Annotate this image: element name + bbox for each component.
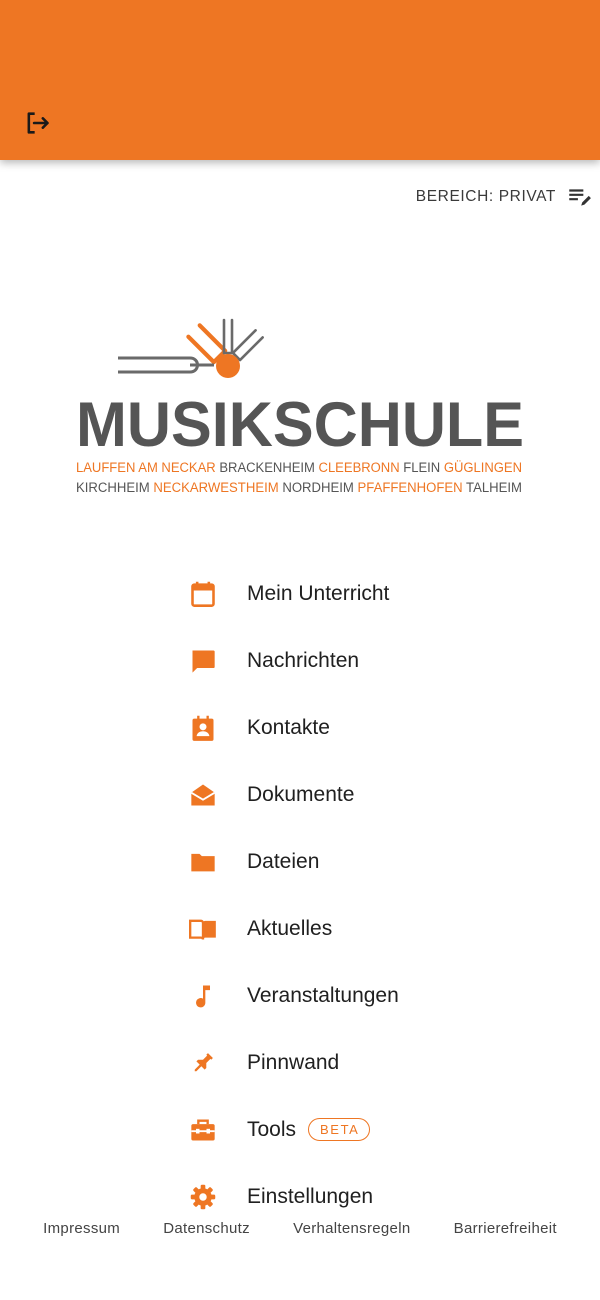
footer-link-datenschutz[interactable]: Datenschutz — [163, 1220, 250, 1237]
book-icon — [186, 912, 220, 946]
pushpin-icon — [186, 1046, 220, 1080]
menu-label: Tools — [247, 1117, 297, 1141]
gear-icon — [186, 1180, 220, 1214]
menu-item-veranstaltungen[interactable]: Veranstaltungen — [186, 962, 506, 1029]
area-switcher[interactable]: BEREICH: PRIVAT — [416, 184, 592, 210]
footer-link-barrierefreiheit[interactable]: Barrierefreiheit — [454, 1220, 557, 1237]
music-note-icon — [186, 979, 220, 1013]
app-bar — [0, 0, 600, 160]
location-neckarwestheim: NECKARWESTHEIM — [153, 480, 278, 496]
location-nordheim: NORDHEIM — [282, 480, 354, 496]
logout-icon — [27, 112, 49, 134]
location-pfaffenhofen: PFAFFENHOFEN — [358, 480, 463, 496]
footer-links: Impressum Datenschutz Verhaltensregeln B… — [0, 1220, 600, 1237]
menu-item-pinnwand[interactable]: Pinnwand — [186, 1029, 506, 1096]
toolbox-icon — [186, 1113, 220, 1147]
location-gueglingen: GÜGLINGEN — [444, 458, 522, 476]
location-talheim: TALHEIM — [466, 480, 522, 496]
footer-link-impressum[interactable]: Impressum — [43, 1220, 120, 1237]
calendar-icon — [186, 577, 220, 611]
menu-label: Dokumente — [247, 782, 355, 806]
location-brackenheim: BRACKENHEIM — [219, 460, 315, 476]
menu-label: Aktuelles — [247, 916, 333, 940]
menu-label: Dateien — [247, 849, 320, 873]
main-menu: Mein Unterricht Nachrichten Kontakte Dok… — [186, 560, 506, 1230]
menu-item-dateien[interactable]: Dateien — [186, 828, 506, 895]
menu-item-kontakte[interactable]: Kontakte — [186, 694, 506, 761]
envelope-open-icon — [186, 778, 220, 812]
folder-icon — [186, 845, 220, 879]
menu-item-tools[interactable]: Tools BETA — [186, 1096, 506, 1163]
contacts-icon — [186, 711, 220, 745]
musikschule-logo: MUSIKSCHULE LAUFFEN AM NECKAR BRACKENHEI… — [76, 318, 524, 496]
logo-title: MUSIKSCHULE — [76, 390, 524, 460]
logo-locations-line2: KIRCHHEIM NECKARWESTHEIM NORDHEIM PFAFFE… — [76, 480, 522, 496]
chat-icon — [186, 644, 220, 678]
menu-label: Einstellungen — [247, 1184, 374, 1208]
location-lauffen: LAUFFEN AM NECKAR — [76, 460, 216, 476]
edit-list-icon — [569, 189, 591, 206]
tuning-fork-graphic — [118, 318, 264, 378]
logout-button[interactable] — [18, 104, 56, 142]
menu-label: Veranstaltungen — [247, 983, 399, 1007]
logo-locations-line1: LAUFFEN AM NECKAR BRACKENHEIM CLEEBRONN … — [76, 458, 522, 476]
menu-label: Nachrichten — [247, 648, 360, 672]
menu-item-aktuelles[interactable]: Aktuelles — [186, 895, 506, 962]
menu-label: Pinnwand — [247, 1050, 340, 1074]
location-cleebronn: CLEEBRONN — [319, 460, 400, 476]
menu-label: Kontakte — [247, 715, 330, 739]
menu-item-mein-unterricht[interactable]: Mein Unterricht — [186, 560, 506, 627]
menu-label: Mein Unterricht — [247, 581, 390, 605]
location-flein: FLEIN — [403, 460, 440, 476]
area-label: BEREICH: PRIVAT — [415, 188, 556, 205]
menu-item-nachrichten[interactable]: Nachrichten — [186, 627, 506, 694]
location-kirchheim: KIRCHHEIM — [76, 480, 150, 496]
menu-item-dokumente[interactable]: Dokumente — [186, 761, 506, 828]
beta-badge: BETA — [308, 1118, 371, 1141]
footer-link-verhaltensregeln[interactable]: Verhaltensregeln — [293, 1220, 410, 1237]
